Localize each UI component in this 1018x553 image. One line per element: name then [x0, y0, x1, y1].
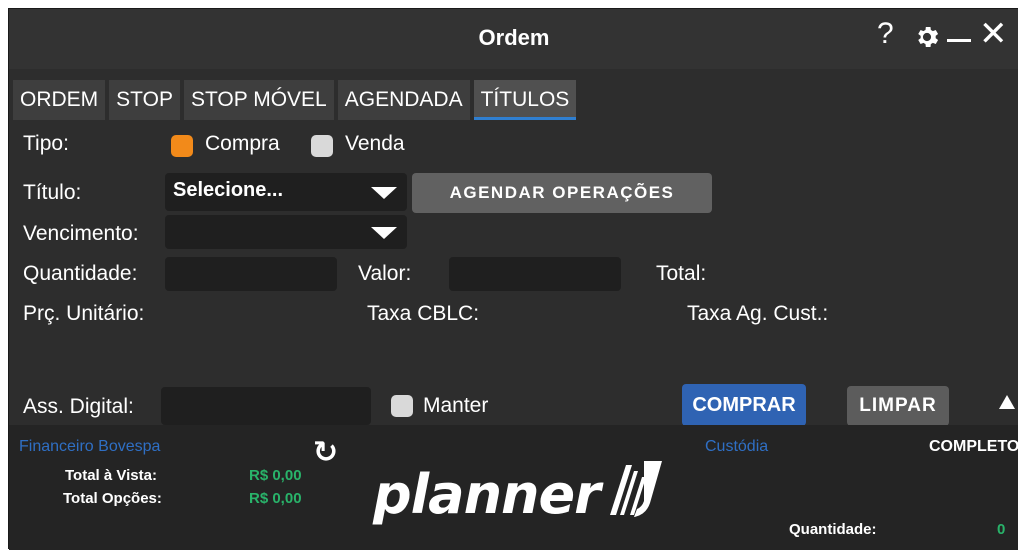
planner-logo-text: planner [373, 463, 601, 526]
chevron-down-icon [371, 187, 397, 199]
planner-logo: planner [373, 457, 668, 539]
preco-unitario-label: Prç. Unitário: [23, 302, 145, 325]
titulo-select-value: Selecione... [173, 179, 284, 201]
limpar-button[interactable]: LIMPAR [847, 386, 949, 426]
titulo-label: Título: [23, 181, 82, 204]
taxa-cblc-label: Taxa CBLC: [367, 302, 480, 325]
tab-ordem[interactable]: ORDEM [13, 80, 106, 120]
minimize-icon[interactable] [947, 39, 971, 42]
gear-icon[interactable] [913, 23, 941, 56]
window-title: Ordem [478, 25, 550, 50]
agendar-operacoes-button[interactable]: AGENDAR OPERAÇÕES [412, 173, 712, 213]
planner-logo-mark-icon [610, 461, 663, 517]
vencimento-label: Vencimento: [23, 222, 139, 245]
title-bar: Ordem ? ✕ [9, 9, 1018, 69]
quantidade-label: Quantidade: [23, 262, 138, 285]
valor-input[interactable] [449, 257, 621, 291]
valor-label: Valor: [358, 262, 412, 285]
titulo-select[interactable]: Selecione... [165, 173, 407, 211]
financeiro-bovespa-title[interactable]: Financeiro Bovespa [19, 438, 160, 456]
total-opcoes-label: Total Opções: [63, 490, 162, 507]
total-vista-label: Total à Vista: [65, 467, 157, 484]
total-vista-value: R$ 0,00 [249, 467, 302, 484]
taxa-ag-cust-label: Taxa Ag. Cust.: [687, 302, 829, 325]
order-window: Ordem ? ✕ ORDEM STOP STOP MÓVEL AGENDADA… [8, 8, 1018, 550]
total-opcoes-value: R$ 0,00 [249, 490, 302, 507]
vencimento-select[interactable] [165, 215, 407, 249]
order-tabs: ORDEM STOP STOP MÓVEL AGENDADA TÍTULOS [13, 80, 580, 126]
manter-label: Manter [423, 394, 489, 417]
close-icon[interactable]: ✕ [979, 17, 1008, 51]
completo-label[interactable]: COMPLETO [929, 438, 1018, 456]
refresh-icon[interactable]: ↻ [313, 435, 338, 470]
manter-checkbox[interactable] [391, 395, 413, 417]
quantidade-input[interactable] [165, 257, 337, 291]
tab-stop[interactable]: STOP [109, 80, 180, 120]
compra-label: Compra [205, 132, 280, 155]
ass-digital-input[interactable] [161, 387, 371, 425]
tipo-label: Tipo: [23, 132, 69, 155]
custodia-quantidade-value: 0 [997, 521, 1006, 538]
chevron-down-icon [371, 227, 397, 239]
venda-label: Venda [345, 132, 405, 155]
tab-titulos[interactable]: TÍTULOS [473, 80, 577, 120]
custodia-quantidade-label: Quantidade: [789, 521, 877, 538]
collapse-up-icon[interactable] [999, 395, 1015, 409]
total-label: Total: [656, 262, 707, 285]
custodia-title[interactable]: Custódia [705, 438, 768, 456]
footer-panel: Financeiro Bovespa ↻ Total à Vista: R$ 0… [9, 425, 1018, 550]
comprar-button[interactable]: COMPRAR [682, 384, 806, 426]
compra-radio[interactable] [171, 135, 193, 157]
tab-stop-movel[interactable]: STOP MÓVEL [183, 80, 334, 120]
help-icon[interactable]: ? [877, 17, 894, 51]
ass-digital-label: Ass. Digital: [23, 395, 134, 418]
venda-radio[interactable] [311, 135, 333, 157]
tab-agendada[interactable]: AGENDADA [337, 80, 470, 120]
